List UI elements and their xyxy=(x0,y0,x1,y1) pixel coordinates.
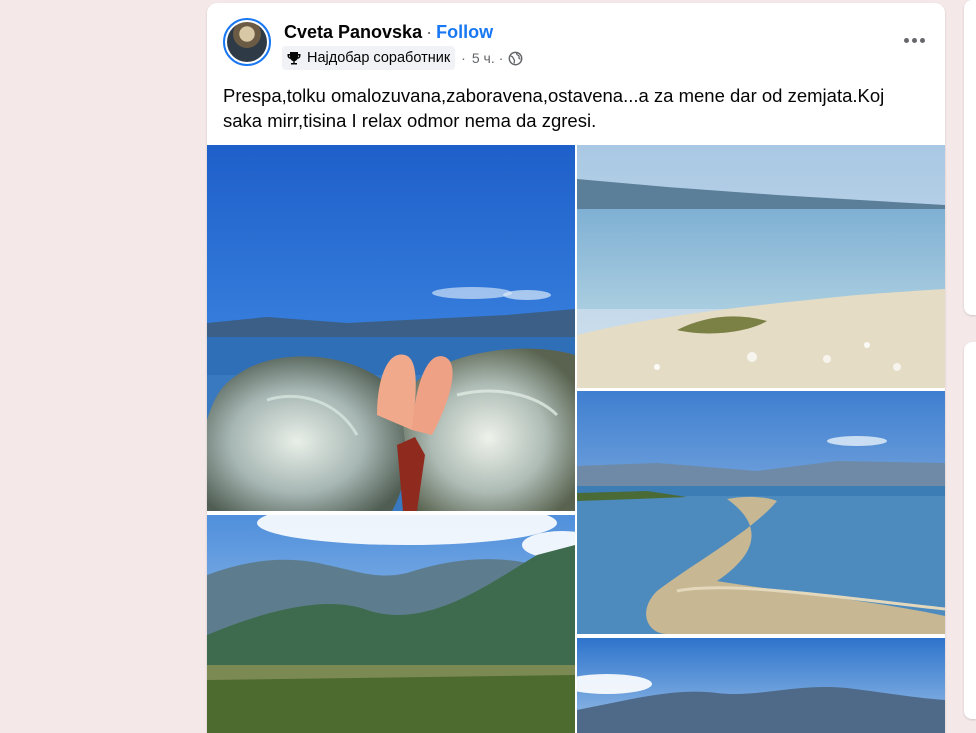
meta-dot: · xyxy=(461,50,466,66)
more-options-icon[interactable] xyxy=(899,29,929,51)
feed-post: Cveta Panovska · Follow Најдобар соработни… xyxy=(207,3,945,733)
name-separator: · xyxy=(426,22,433,42)
post-meta: Најдобар соработник · 5 ч. · xyxy=(282,46,523,70)
author-avatar[interactable] xyxy=(223,18,271,66)
photo-sand-spit[interactable] xyxy=(577,391,945,634)
follow-button[interactable]: Follow xyxy=(436,22,493,42)
top-contributor-badge[interactable]: Најдобар соработник xyxy=(282,46,456,70)
photo-shell[interactable] xyxy=(207,145,575,511)
post-time[interactable]: 5 ч. xyxy=(472,50,495,66)
post-text: Prespa,tolku omalozuvana,zaboravena,osta… xyxy=(223,85,885,131)
badge-label: Најдобар соработник xyxy=(307,50,451,66)
photo-mountains[interactable] xyxy=(207,515,575,733)
meta-dot-2: · xyxy=(498,50,504,66)
adjacent-card-bottom xyxy=(964,342,976,719)
trophy-icon xyxy=(286,50,302,66)
post-header: Cveta Panovska · Follow xyxy=(284,20,493,44)
author-name[interactable]: Cveta Panovska xyxy=(284,22,422,42)
photo-beach[interactable] xyxy=(577,145,945,388)
adjacent-card-top xyxy=(964,0,976,315)
globe-icon[interactable] xyxy=(508,51,523,66)
avatar-image xyxy=(227,22,267,62)
